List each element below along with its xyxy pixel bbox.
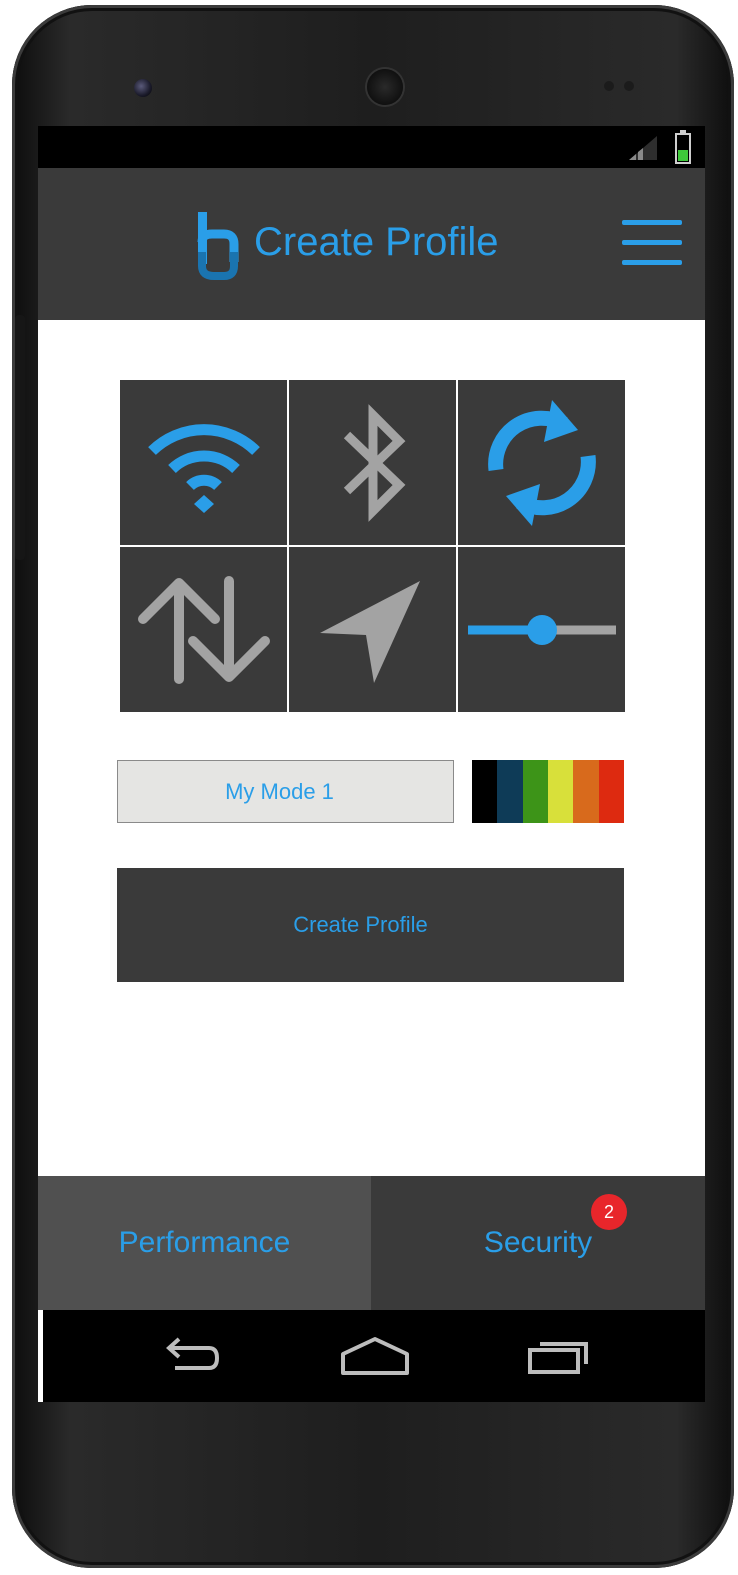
bottom-tab-bar: Performance Security 2 — [38, 1176, 705, 1310]
app-bar: Create Profile — [38, 168, 705, 320]
signal-icon — [629, 136, 657, 160]
mode-name-field[interactable]: My Mode 1 — [117, 760, 454, 823]
sync-toggle[interactable] — [458, 380, 625, 545]
back-icon — [166, 1337, 220, 1370]
app-title: Create Profile — [254, 220, 499, 264]
color-swatch-red — [598, 760, 624, 823]
color-swatch-navy — [497, 760, 523, 823]
hamburger-menu-icon[interactable] — [622, 220, 682, 266]
light-sensor — [624, 81, 634, 91]
recents-button[interactable] — [523, 1330, 595, 1382]
color-swatch-green — [522, 760, 548, 823]
content-area: My Mode 1 Create Profile — [41, 320, 702, 1176]
brightness-toggle[interactable] — [458, 547, 625, 712]
color-swatch-black — [472, 760, 498, 823]
battery-icon — [675, 130, 691, 164]
tab-performance[interactable]: Performance — [38, 1176, 371, 1310]
recents-icon — [528, 1342, 588, 1374]
volume-button — [15, 315, 25, 560]
tab-security[interactable]: Security 2 — [371, 1176, 705, 1310]
security-notification-badge: 2 — [591, 1194, 627, 1230]
wifi-toggle[interactable] — [120, 380, 287, 545]
status-bar — [38, 126, 705, 168]
earpiece-speaker — [367, 69, 403, 105]
bluetooth-icon — [343, 403, 405, 522]
system-nav-bar — [43, 1310, 705, 1402]
sync-icon — [487, 399, 596, 526]
tab-performance-label: Performance — [118, 1226, 291, 1259]
color-palette-picker[interactable] — [472, 760, 624, 823]
app-logo-icon — [197, 212, 239, 280]
create-profile-button[interactable]: Create Profile — [117, 868, 624, 982]
proximity-sensor — [604, 81, 614, 91]
data-transfer-icon — [137, 575, 270, 684]
quick-toggle-grid — [120, 380, 625, 712]
phone-screen: Create Profile My Mode 1 Create Profile … — [38, 126, 705, 1402]
home-icon — [341, 1337, 409, 1375]
bluetooth-toggle[interactable] — [289, 380, 456, 545]
color-swatch-yellow — [547, 760, 574, 823]
back-button[interactable] — [153, 1330, 225, 1382]
front-camera — [134, 79, 152, 97]
location-toggle[interactable] — [289, 547, 456, 712]
wifi-icon — [147, 423, 260, 513]
location-icon — [319, 580, 420, 683]
mobile-data-toggle[interactable] — [120, 547, 287, 712]
brightness-slider-icon — [467, 614, 616, 645]
color-swatch-orange — [573, 760, 599, 823]
home-button[interactable] — [339, 1330, 411, 1382]
tab-security-label: Security — [483, 1226, 593, 1259]
